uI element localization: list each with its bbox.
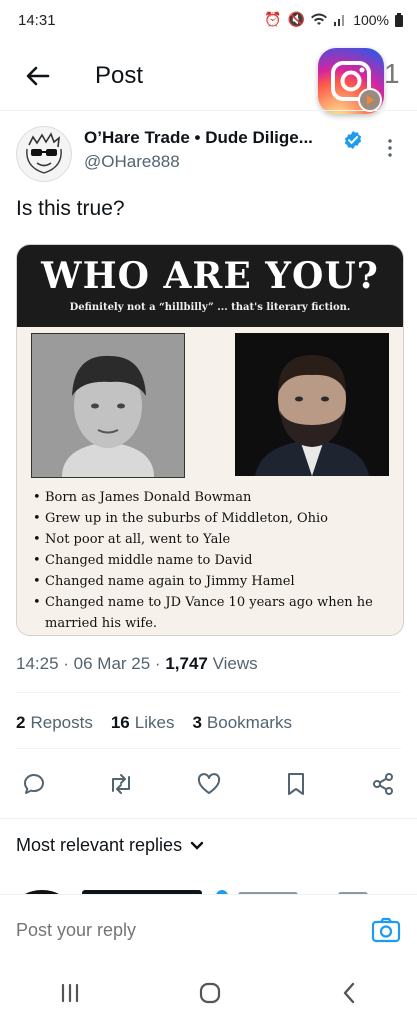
list-item: Changed name again to Jimmy Hamel bbox=[31, 571, 393, 592]
alarm-icon: ⏰ bbox=[264, 11, 282, 27]
battery-icon bbox=[395, 12, 403, 27]
reposts-label: Reposts bbox=[30, 713, 93, 732]
avatar[interactable] bbox=[16, 126, 72, 182]
reply-button[interactable] bbox=[16, 766, 52, 802]
reposts-stat[interactable]: 2 Reposts bbox=[16, 713, 93, 733]
bookmarks-label: Bookmarks bbox=[206, 713, 292, 732]
reply-icon bbox=[23, 774, 44, 794]
home-button[interactable] bbox=[198, 981, 222, 1010]
share-icon bbox=[373, 773, 393, 795]
camera-icon bbox=[371, 917, 401, 943]
bookmarks-stat[interactable]: 3 Bookmarks bbox=[192, 713, 292, 733]
chevron-down-icon bbox=[190, 841, 204, 850]
verified-badge-icon bbox=[344, 131, 362, 149]
bookmark-icon bbox=[287, 773, 304, 795]
back-nav-button[interactable] bbox=[339, 981, 359, 1010]
author-handle[interactable]: @OHare888 bbox=[84, 152, 180, 172]
replies-sort-label: Most relevant replies bbox=[16, 835, 183, 855]
recent-apps-icon bbox=[62, 983, 79, 1002]
tweet-meta: 14:25 · 06 Mar 25 · 1,747 Views bbox=[16, 654, 258, 673]
wifi-icon bbox=[311, 13, 328, 25]
repost-button[interactable] bbox=[103, 766, 139, 802]
repost-icon bbox=[112, 774, 131, 794]
page-title: Post bbox=[95, 62, 144, 89]
action-bar bbox=[16, 766, 401, 802]
overlay-partial-digit: 1 bbox=[384, 58, 400, 89]
recent-apps-button[interactable] bbox=[58, 982, 82, 1009]
system-navigation-bar bbox=[0, 966, 417, 1024]
arrow-left-icon bbox=[26, 66, 50, 86]
share-button[interactable] bbox=[365, 766, 401, 802]
likes-label: Likes bbox=[134, 713, 175, 732]
heart-icon bbox=[197, 773, 220, 794]
actions-divider bbox=[0, 818, 417, 819]
engagement-stats: 2 Reposts 16 Likes 3 Bookmarks bbox=[16, 713, 292, 733]
status-bar: 14:31 ⏰ 🔇 100% bbox=[0, 0, 417, 46]
signal-icon bbox=[334, 14, 345, 26]
media-bullet-list: Born as James Donald Bowman Grew up in t… bbox=[31, 487, 393, 634]
camera-button[interactable] bbox=[370, 914, 402, 946]
likes-stat[interactable]: 16 Likes bbox=[111, 713, 175, 733]
meta-divider bbox=[16, 692, 401, 693]
replies-sort-dropdown[interactable]: Most relevant replies bbox=[16, 835, 204, 856]
tweet-text: Is this true? bbox=[16, 197, 125, 220]
tweet-date: 06 Mar 25 bbox=[73, 654, 151, 673]
header-divider bbox=[0, 110, 417, 111]
reposts-count: 2 bbox=[16, 713, 26, 732]
status-icons: ⏰ 🔇 100% bbox=[264, 11, 403, 28]
stats-divider bbox=[16, 748, 401, 749]
likes-count: 16 bbox=[110, 713, 130, 732]
views-count: 1,747 bbox=[165, 654, 208, 673]
photo-young-man bbox=[31, 333, 185, 478]
photo-bearded-man bbox=[235, 333, 389, 476]
list-item: Born as James Donald Bowman bbox=[31, 487, 393, 508]
tweet-media[interactable]: WHO ARE YOU? Definitely not a “hillbilly… bbox=[16, 244, 404, 636]
reply-input[interactable] bbox=[16, 920, 336, 941]
list-item: Changed middle name to David bbox=[31, 550, 393, 571]
instagram-icon[interactable] bbox=[318, 48, 384, 114]
mute-icon: 🔇 bbox=[287, 11, 306, 27]
avatar-drawing bbox=[26, 132, 62, 174]
media-title: WHO ARE YOU? bbox=[41, 255, 379, 297]
status-time: 14:31 bbox=[18, 12, 56, 29]
bookmark-button[interactable] bbox=[278, 766, 314, 802]
media-subtitle: Definitely not a “hillbilly” ... that's … bbox=[69, 302, 351, 313]
bookmarks-count: 3 bbox=[192, 713, 202, 732]
like-button[interactable] bbox=[191, 766, 227, 802]
list-item: Not poor at all, went to Yale bbox=[31, 529, 393, 550]
more-options-icon[interactable] bbox=[386, 138, 394, 158]
back-button[interactable] bbox=[22, 60, 54, 92]
battery-text: 100% bbox=[353, 11, 389, 28]
tweet-time: 14:25 bbox=[16, 654, 59, 673]
list-item: Grew up in the suburbs of Middleton, Ohi… bbox=[31, 508, 393, 529]
chevron-left-icon bbox=[343, 982, 355, 1003]
home-icon bbox=[200, 982, 221, 1003]
instagram-glyph bbox=[331, 61, 382, 112]
views-label: Views bbox=[212, 654, 258, 673]
author-name[interactable]: O’Hare Trade • Dude Dilige... bbox=[84, 128, 313, 148]
list-item: Changed name to JD Vance 10 years ago wh… bbox=[31, 592, 393, 634]
